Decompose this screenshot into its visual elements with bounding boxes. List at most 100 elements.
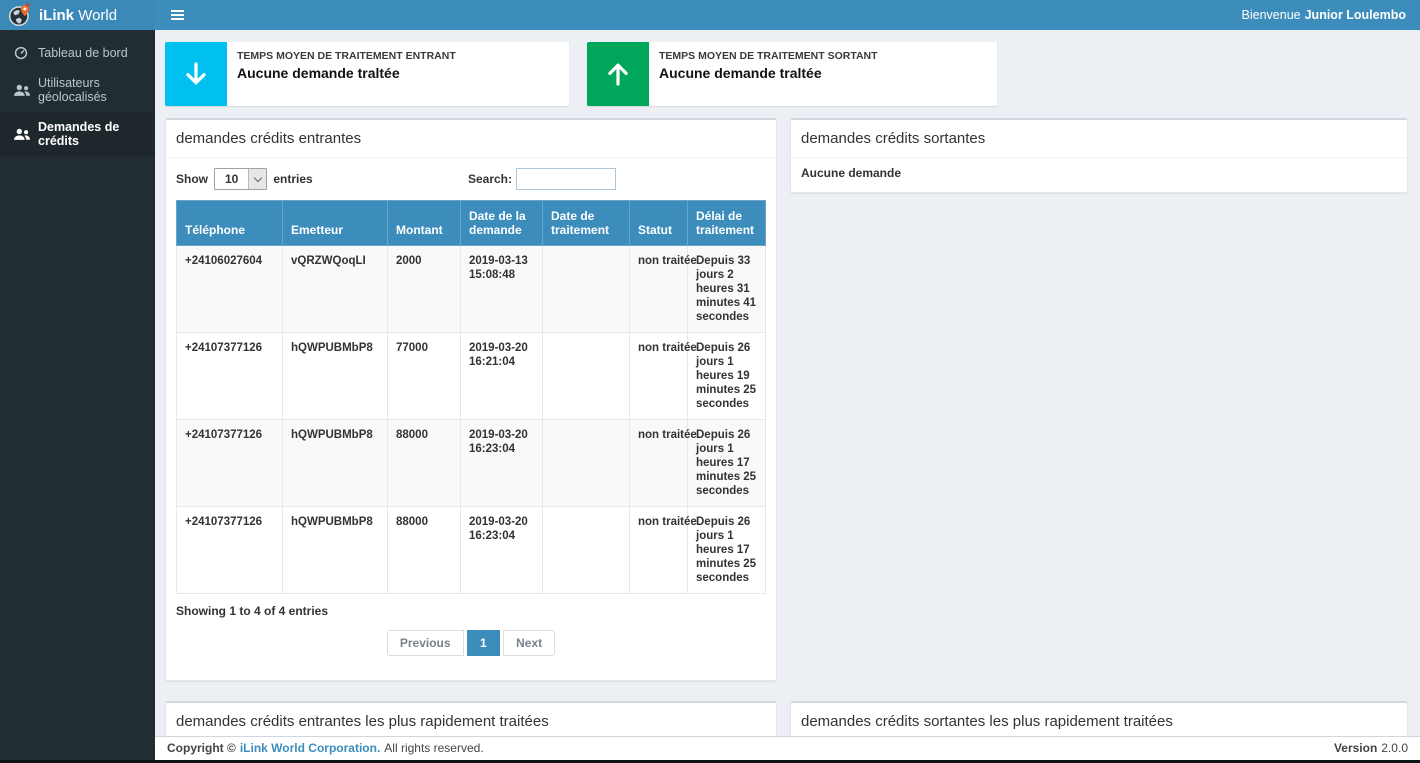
column-header-montant[interactable]: Montant <box>388 201 461 246</box>
table-summary: Showing 1 to 4 of 4 entries <box>176 604 766 618</box>
demandes-entrantes-table: Téléphone Emetteur Montant Date de la de… <box>176 200 766 594</box>
sidebar-item-utilisateurs-geolocalises[interactable]: Utilisateurs géolocalisés <box>0 68 155 112</box>
brand[interactable]: iLink World <box>0 0 155 30</box>
cell-date-traitement <box>543 507 630 594</box>
cell-emetteur: vQRZWQoqLI <box>283 246 388 333</box>
welcome-prefix: Bienvenue <box>1242 8 1301 22</box>
brand-rest: World <box>78 7 117 24</box>
empty-message: Aucune demande <box>791 158 1407 192</box>
cell-date-demande: 2019-03-20 16:23:04 <box>461 420 543 507</box>
page-footer: Copyright © iLink World Corporation. All… <box>155 736 1420 760</box>
cell-montant: 77000 <box>388 333 461 420</box>
cell-date-traitement <box>543 333 630 420</box>
info-box-entrant: TEMPS MOYEN DE TRAITEMENT ENTRANT Aucune… <box>165 42 569 106</box>
pagination: Previous 1 Next <box>176 630 766 656</box>
table-row: +24107377126 hQWPUBMbP8 88000 2019-03-20… <box>177 507 766 594</box>
arrow-down-icon <box>165 42 227 106</box>
brand-bold: iLink <box>39 7 74 24</box>
company-link[interactable]: iLink World Corporation. <box>240 741 380 755</box>
column-header-emetteur[interactable]: Emetteur <box>283 201 388 246</box>
cell-montant: 2000 <box>388 246 461 333</box>
page-1-button[interactable]: 1 <box>467 630 500 656</box>
info-box-message: Aucune demande traltée <box>659 65 878 81</box>
cell-montant: 88000 <box>388 420 461 507</box>
cell-date-traitement <box>543 420 630 507</box>
cell-telephone: +24106027604 <box>177 246 283 333</box>
search-label: Search: <box>468 172 512 186</box>
cell-statut: non traitée <box>630 420 688 507</box>
show-label: Show <box>176 172 208 186</box>
panel-demandes-entrantes: demandes crédits entrantes Show 10 entri… <box>165 118 777 681</box>
main-content: TEMPS MOYEN DE TRAITEMENT ENTRANT Aucune… <box>155 30 1420 736</box>
next-page-button[interactable]: Next <box>503 630 555 656</box>
panel-title: demandes crédits sortantes les plus rapi… <box>791 703 1407 736</box>
arrow-up-icon <box>587 42 649 106</box>
table-header-row: Téléphone Emetteur Montant Date de la de… <box>177 201 766 246</box>
cell-statut: non traitée <box>630 507 688 594</box>
sidebar: Tableau de bord Utilisateurs géolocalisé… <box>0 30 155 763</box>
cell-telephone: +24107377126 <box>177 333 283 420</box>
page-length-value: 10 <box>215 169 248 189</box>
version-value: 2.0.0 <box>1381 741 1408 755</box>
version-label: Version <box>1334 741 1377 755</box>
page-length-select[interactable]: 10 <box>214 168 267 190</box>
users-icon <box>14 127 30 141</box>
datatable-footer: Showing 1 to 4 of 4 entries Previous 1 N… <box>176 604 766 656</box>
cell-delai: Depuis 26 jours 1 heures 19 minutes 25 s… <box>688 333 766 420</box>
dashboard-icon <box>14 46 30 60</box>
info-box-message: Aucune demande traltée <box>237 65 456 81</box>
sidebar-item-label: Demandes de crédits <box>38 120 149 148</box>
panel-demandes-sortantes: demandes crédits sortantes Aucune demand… <box>790 118 1408 193</box>
panel-sortantes-rapidement: demandes crédits sortantes les plus rapi… <box>790 701 1408 736</box>
page-length-control: Show 10 entries <box>176 168 313 190</box>
column-header-delai[interactable]: Délai de traitement <box>688 201 766 246</box>
panel-title: demandes crédits sortantes <box>791 120 1407 158</box>
sidebar-item-label: Tableau de bord <box>38 46 128 60</box>
panel-grid: demandes crédits entrantes Show 10 entri… <box>165 118 1408 736</box>
table-row: +24107377126 hQWPUBMbP8 77000 2019-03-20… <box>177 333 766 420</box>
cell-telephone: +24107377126 <box>177 507 283 594</box>
info-box-title: TEMPS MOYEN DE TRAITEMENT ENTRANT <box>237 50 456 62</box>
column-header-date-traitement[interactable]: Date de traitement <box>543 201 630 246</box>
table-row: +24106027604 vQRZWQoqLI 2000 2019-03-13 … <box>177 246 766 333</box>
rights-text: All rights reserved. <box>384 741 483 755</box>
cell-emetteur: hQWPUBMbP8 <box>283 333 388 420</box>
column-header-telephone[interactable]: Téléphone <box>177 201 283 246</box>
sidebar-item-demandes-de-credits[interactable]: Demandes de crédits <box>0 112 155 156</box>
table-row: +24107377126 hQWPUBMbP8 88000 2019-03-20… <box>177 420 766 507</box>
welcome-user: Junior Loulembo <box>1305 8 1406 22</box>
search-control: Search: <box>468 168 616 190</box>
panel-title: demandes crédits entrantes les plus rapi… <box>166 703 776 736</box>
navbar-spacer <box>200 0 1242 30</box>
copyright-prefix: Copyright © <box>167 741 236 755</box>
cell-emetteur: hQWPUBMbP8 <box>283 420 388 507</box>
cell-telephone: +24107377126 <box>177 420 283 507</box>
panel-entrantes-rapidement: demandes crédits entrantes les plus rapi… <box>165 701 777 736</box>
info-box-title: TEMPS MOYEN DE TRAITEMENT SORTANT <box>659 50 878 62</box>
version: Version 2.0.0 <box>1334 741 1408 755</box>
info-box-row: TEMPS MOYEN DE TRAITEMENT ENTRANT Aucune… <box>165 42 1408 106</box>
search-input[interactable] <box>516 168 616 190</box>
chevron-down-icon <box>248 169 266 189</box>
panel-title: demandes crédits entrantes <box>166 120 776 158</box>
entries-label: entries <box>273 172 312 186</box>
info-box-sortant: TEMPS MOYEN DE TRAITEMENT SORTANT Aucune… <box>587 42 997 106</box>
info-box-content: TEMPS MOYEN DE TRAITEMENT ENTRANT Aucune… <box>227 42 466 106</box>
column-header-statut[interactable]: Statut <box>630 201 688 246</box>
cell-delai: Depuis 26 jours 1 heures 17 minutes 25 s… <box>688 507 766 594</box>
cell-date-traitement <box>543 246 630 333</box>
datatable-controls: Show 10 entries Search: <box>176 168 766 190</box>
copyright: Copyright © iLink World Corporation. All… <box>167 741 484 755</box>
column-header-date-demande[interactable]: Date de la demande <box>461 201 543 246</box>
top-navbar: iLink World Bienvenue Junior Loulembo <box>0 0 1420 30</box>
info-box-content: TEMPS MOYEN DE TRAITEMENT SORTANT Aucune… <box>649 42 888 106</box>
cell-delai: Depuis 26 jours 1 heures 17 minutes 25 s… <box>688 420 766 507</box>
welcome-message: Bienvenue Junior Loulembo <box>1242 0 1420 30</box>
cell-montant: 88000 <box>388 507 461 594</box>
sidebar-item-tableau-de-bord[interactable]: Tableau de bord <box>0 38 155 68</box>
previous-page-button[interactable]: Previous <box>387 630 464 656</box>
cell-statut: non traitée <box>630 246 688 333</box>
sidebar-toggle-hamburger-icon[interactable] <box>155 0 200 30</box>
cell-date-demande: 2019-03-20 16:21:04 <box>461 333 543 420</box>
ilink-logo-icon <box>8 3 32 27</box>
